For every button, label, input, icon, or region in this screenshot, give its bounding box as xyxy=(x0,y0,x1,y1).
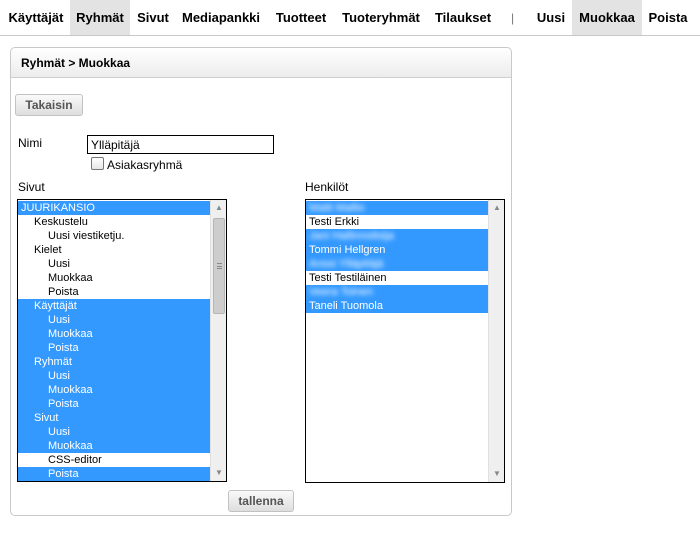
page-option[interactable]: Poista xyxy=(18,341,210,355)
person-name: Tommi Hellgren xyxy=(309,244,386,256)
person-option[interactable]: Matti Mallio xyxy=(306,201,488,215)
person-option[interactable]: Taneli Tuomola xyxy=(306,299,488,313)
customer-group-checkbox[interactable] xyxy=(91,157,104,170)
person-option[interactable]: Testi Erkki xyxy=(306,215,488,229)
customer-group-label: Asiakasryhmä xyxy=(107,158,183,172)
page-option[interactable]: Uusi xyxy=(18,257,210,271)
person-name: Veera Toinen xyxy=(309,286,374,298)
scroll-up-arrow-icon[interactable]: ▲ xyxy=(489,200,504,216)
nav-item-kayttajat[interactable]: Käyttäjät xyxy=(4,0,68,35)
pages-label: Sivut xyxy=(18,180,45,194)
page-option[interactable]: Ryhmät xyxy=(18,355,210,369)
scroll-down-arrow-icon[interactable]: ▼ xyxy=(211,465,226,481)
back-button[interactable]: Takaisin xyxy=(15,94,83,116)
nav-item-sivut[interactable]: Sivut xyxy=(134,0,172,35)
page-option[interactable]: Uusi xyxy=(18,313,210,327)
nav-separator: | xyxy=(511,11,515,25)
page-option[interactable]: Muokkaa xyxy=(18,383,210,397)
name-label: Nimi xyxy=(18,136,42,150)
nav-item-tuoteryhmat[interactable]: Tuoteryhmät xyxy=(336,0,426,35)
scroll-up-arrow-icon[interactable]: ▲ xyxy=(211,200,226,216)
pages-listbox[interactable]: JUURIKANSIO Keskustelu Uusi viestiketju. Ki… xyxy=(17,199,227,482)
breadcrumb: Ryhmät > Muokkaa xyxy=(11,48,511,78)
page-option[interactable]: Kielet xyxy=(18,243,210,257)
person-option[interactable]: Tommi Hellgren xyxy=(306,243,488,257)
person-name: Taneli Tuomola xyxy=(309,300,383,312)
page-option[interactable]: Muokkaa xyxy=(18,439,210,453)
scroll-down-arrow-icon[interactable]: ▼ xyxy=(489,466,504,482)
action-uusi[interactable]: Uusi xyxy=(532,0,570,35)
page-option[interactable]: Muokkaa xyxy=(18,327,210,341)
nav-item-tuotteet[interactable]: Tuotteet xyxy=(270,0,332,35)
name-input[interactable] xyxy=(87,135,274,154)
nav-item-ryhmat[interactable]: Ryhmät xyxy=(70,0,130,35)
page-option[interactable]: Uusi viestiketju. xyxy=(18,229,210,243)
nav-item-tilaukset[interactable]: Tilaukset xyxy=(430,0,496,35)
page-option[interactable]: Uusi xyxy=(18,369,210,383)
person-name: Matti Mallio xyxy=(309,202,365,214)
person-name: Jani Hallinnoitsija xyxy=(309,230,394,242)
page-option[interactable]: Poista xyxy=(18,397,210,411)
nav-item-mediapankki[interactable]: Mediapankki xyxy=(176,0,266,35)
page-option[interactable]: Keskustelu xyxy=(18,215,210,229)
page-option[interactable]: Poista xyxy=(18,467,210,481)
person-option[interactable]: Anssi Ylläpitäjä xyxy=(306,257,488,271)
person-option[interactable]: Testi Testiläinen xyxy=(306,271,488,285)
people-scrollbar[interactable]: ▲ ▼ xyxy=(488,200,504,482)
people-listbox[interactable]: Matti Mallio Testi Erkki Jani Hallinnoitsi… xyxy=(305,199,505,483)
save-button[interactable]: tallenna xyxy=(228,490,294,512)
person-option[interactable]: Veera Toinen xyxy=(306,285,488,299)
page-option[interactable]: Sivut xyxy=(18,411,210,425)
scroll-thumb[interactable] xyxy=(213,218,225,314)
action-muokkaa[interactable]: Muokkaa xyxy=(572,0,642,35)
page-option[interactable]: Käyttäjät xyxy=(18,299,210,313)
page-option[interactable]: Muokkaa xyxy=(18,271,210,285)
person-name: Testi Erkki xyxy=(309,216,360,228)
page-option[interactable]: JUURIKANSIO xyxy=(18,201,210,215)
person-name: Testi Testiläinen xyxy=(309,272,387,284)
pages-scrollbar[interactable]: ▲ ▼ xyxy=(210,200,226,481)
action-poista[interactable]: Poista xyxy=(644,0,692,35)
page-option[interactable]: CSS-editor xyxy=(18,453,210,467)
person-name: Anssi Ylläpitäjä xyxy=(309,258,384,270)
page-option[interactable]: Uusi xyxy=(18,425,210,439)
page-option[interactable]: Poista xyxy=(18,285,210,299)
top-navigation: Käyttäjät Ryhmät Sivut Mediapankki Tuott… xyxy=(0,0,700,36)
people-label: Henkilöt xyxy=(305,180,349,194)
person-option[interactable]: Jani Hallinnoitsija xyxy=(306,229,488,243)
